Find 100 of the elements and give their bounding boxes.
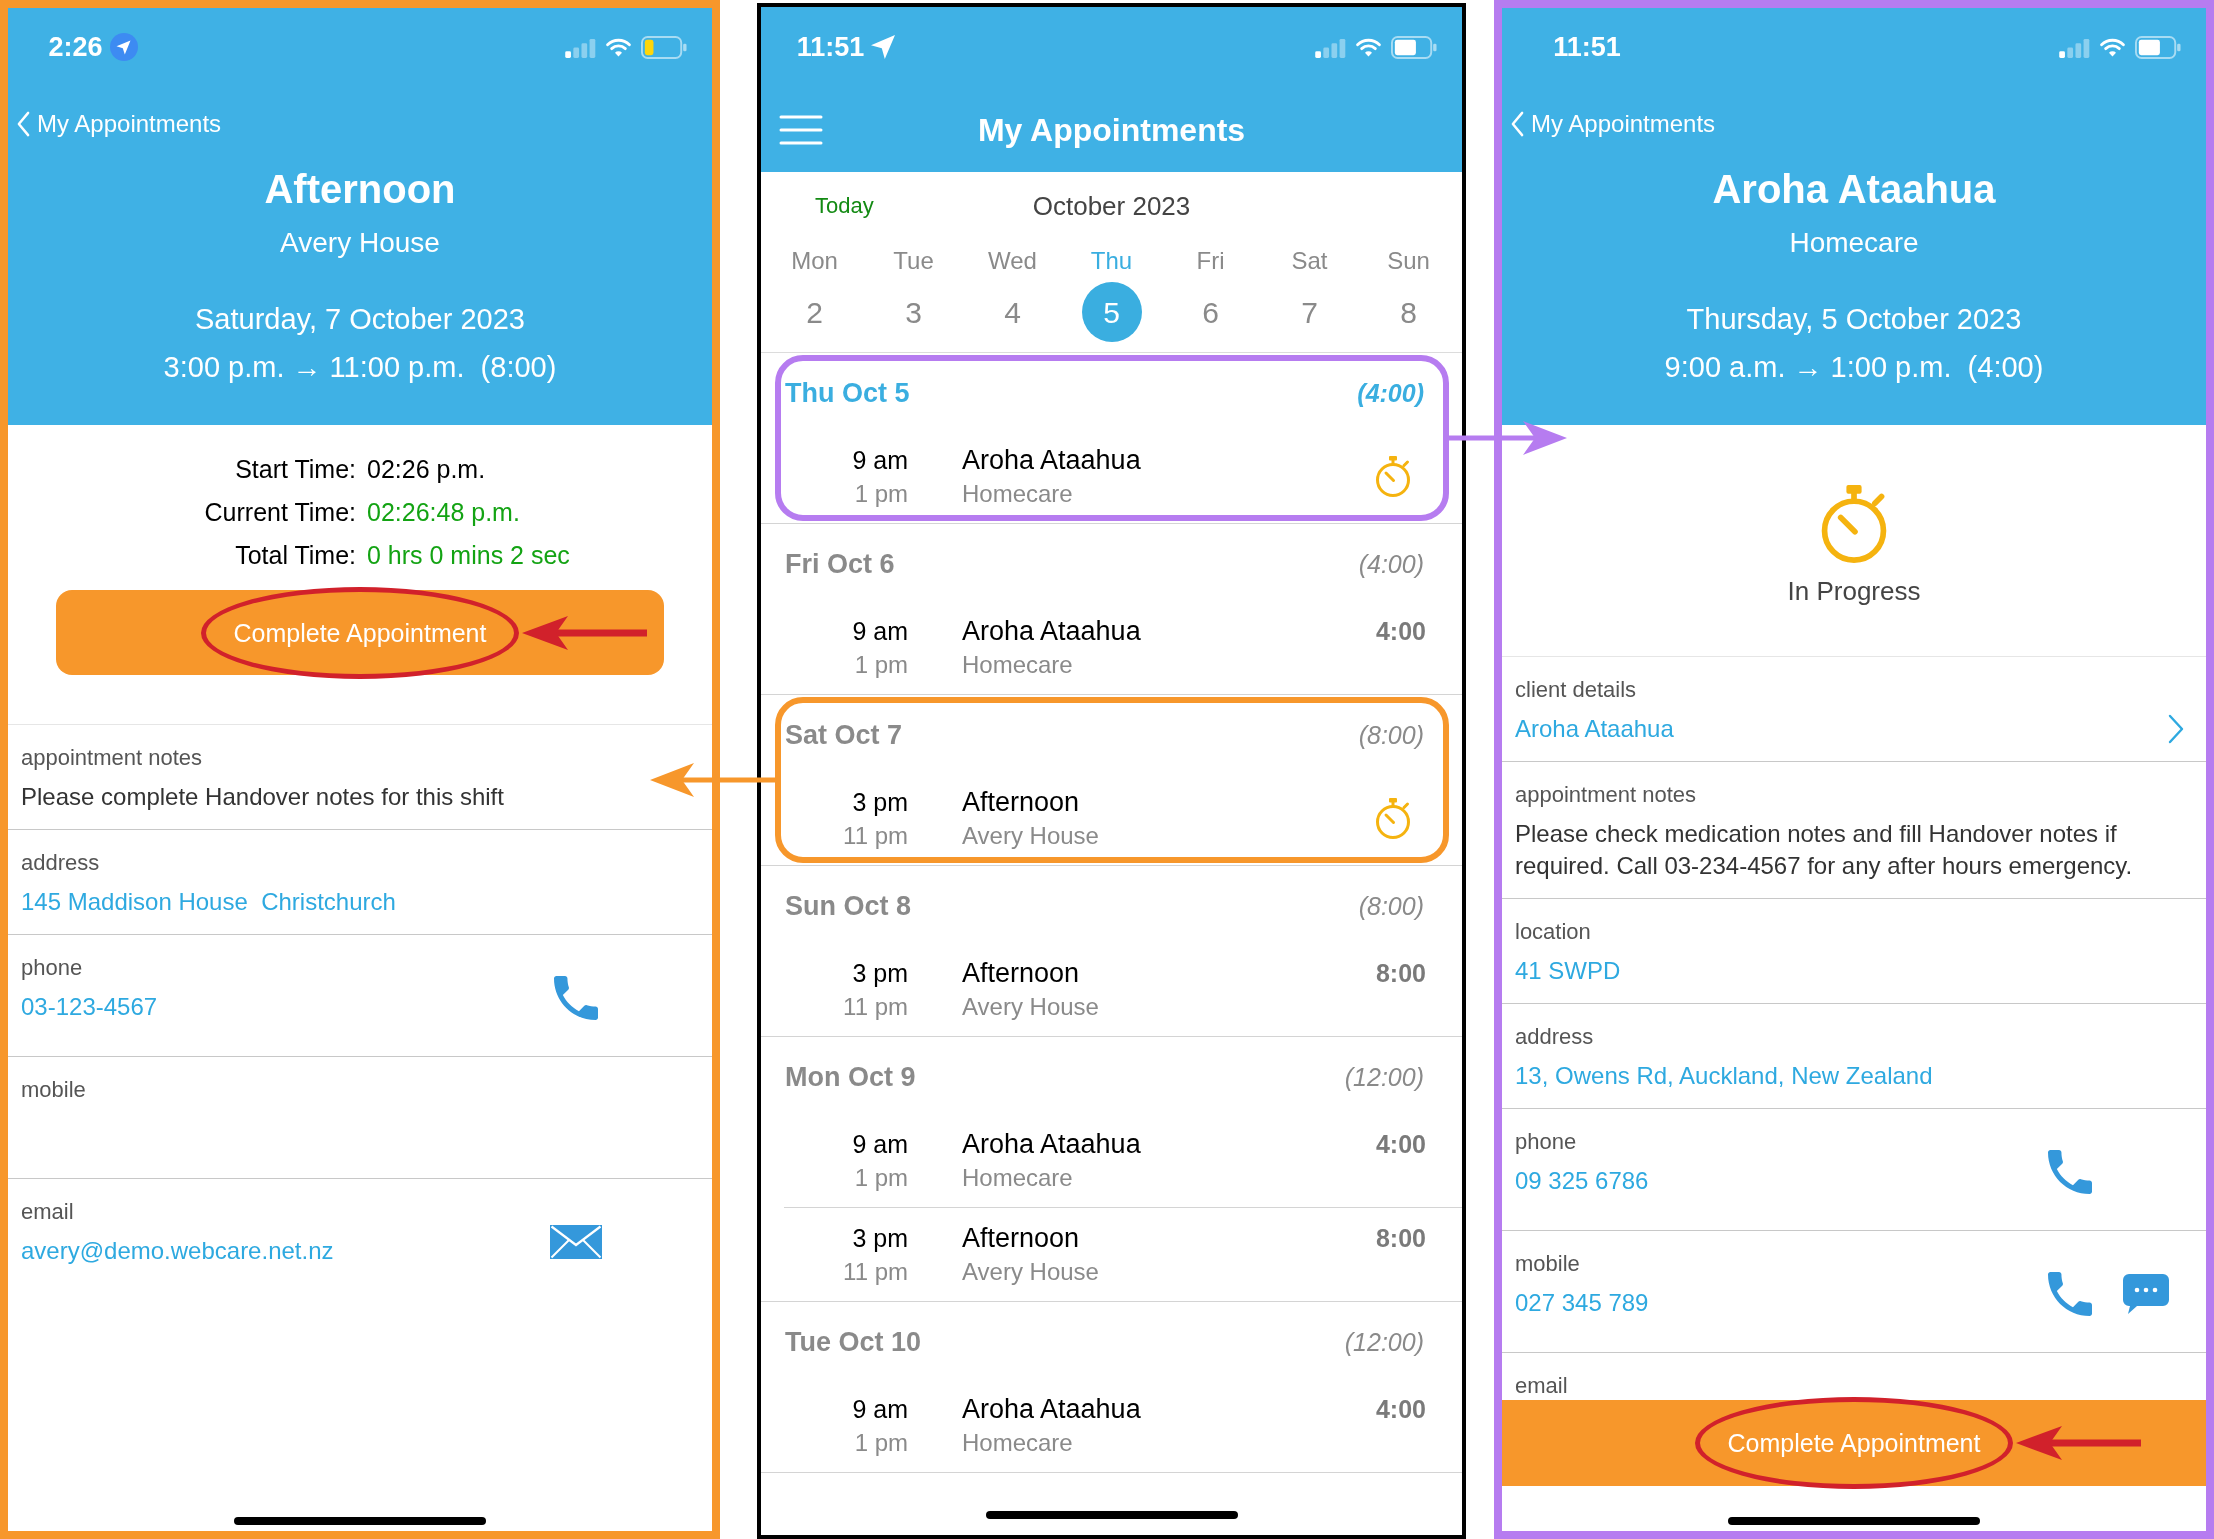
day-heading: Fri Oct 6 (785, 548, 895, 580)
date-button[interactable]: 3 (883, 282, 944, 342)
field-label: mobile (1515, 1251, 1580, 1277)
appointment-subtitle: Homecare (1789, 226, 1919, 260)
date-button[interactable]: 2 (784, 282, 845, 342)
end-time: 11 pm (843, 1257, 908, 1287)
wifi-icon (2099, 37, 2126, 57)
field-link[interactable]: avery@demo.webcare.net.nz (21, 1235, 334, 1267)
timer-label: Total Time: (235, 540, 356, 571)
date-button[interactable]: 8 (1378, 282, 1439, 342)
field-label: address (1515, 1024, 1594, 1050)
day-heading: Mon Oct 9 (785, 1061, 916, 1093)
date-button[interactable]: 5 (1081, 282, 1142, 342)
month-label: October 2023 (1032, 190, 1191, 222)
appointment-subtitle: Avery House (280, 226, 440, 260)
duration: 4:00 (1375, 616, 1426, 647)
start-time: 3 pm (852, 787, 908, 818)
chevron-right-icon[interactable] (2168, 714, 2184, 744)
day-total: (12:00) (1344, 1062, 1424, 1093)
day-total: (8:00) (1358, 891, 1424, 922)
chevron-left-icon (17, 111, 30, 137)
field-link[interactable]: 03-123-4567 (21, 991, 158, 1023)
client-name: Afternoon (962, 1222, 1080, 1255)
appointment-place: Avery House (962, 821, 1099, 851)
client-name: Aroha Ataahua (962, 1393, 1141, 1426)
start-time: 9 am (852, 1129, 908, 1160)
date-button[interactable]: 4 (982, 282, 1043, 342)
field-link[interactable]: 09 325 6786 (1515, 1165, 1649, 1197)
field-label: appointment notes (21, 745, 203, 771)
timer-value: 0 hrs 0 mins 2 sec (367, 540, 570, 571)
timer-label: Current Time: (204, 497, 356, 528)
signal-icon (565, 36, 596, 58)
field-link[interactable]: 145 Maddison House Christchurch (21, 886, 396, 918)
screen-title: My Appointments (977, 110, 1246, 150)
appointment-time-range: 3:00 p.m. → 11:00 p.m. (8:00) (163, 350, 557, 385)
duration: 4:00 (1375, 1129, 1426, 1160)
weekday-label: Mon (791, 246, 838, 276)
date-button[interactable]: 6 (1180, 282, 1241, 342)
field-link[interactable]: Aroha Ataahua (1515, 713, 1674, 745)
signal-icon (1315, 36, 1346, 58)
end-time: 1 pm (854, 1428, 908, 1458)
field-label: phone (21, 955, 83, 981)
weekday-label: Tue (893, 246, 934, 276)
menu-icon[interactable] (779, 114, 823, 145)
chat-bubble-icon[interactable] (2123, 1273, 2169, 1314)
status-time: 11:51 (1553, 31, 1621, 63)
timer-label: Start Time: (235, 454, 356, 485)
back-button[interactable]: My Appointments (17, 109, 222, 139)
duration: 8:00 (1375, 1223, 1426, 1254)
mail-icon[interactable] (550, 1225, 602, 1259)
date-button[interactable]: 7 (1279, 282, 1340, 342)
field-label: address (21, 850, 100, 876)
duration: 8:00 (1375, 958, 1426, 989)
appointment-place: Homecare (962, 1428, 1073, 1458)
weekday-label: Thu (1090, 246, 1133, 276)
appointment-title: Aroha Ataahua (1712, 166, 1996, 213)
day-heading: Sun Oct 8 (785, 890, 912, 922)
end-time: 1 pm (854, 650, 908, 680)
field-label: location (1515, 919, 1591, 945)
end-time: 11 pm (843, 821, 908, 851)
start-time: 3 pm (852, 958, 908, 989)
status-time: 11:51 (796, 31, 865, 63)
appointment-place: Homecare (962, 479, 1073, 509)
day-heading: Sat Oct 7 (785, 719, 903, 751)
timer-value: 02:26 p.m. (367, 454, 486, 485)
field-label: email (21, 1199, 74, 1225)
day-total: (4:00) (1357, 378, 1424, 409)
client-name: Aroha Ataahua (962, 1128, 1141, 1161)
client-name: Aroha Ataahua (962, 444, 1141, 477)
start-time: 3 pm (852, 1223, 908, 1254)
weekday-label: Sun (1387, 246, 1430, 276)
phone-icon[interactable] (2048, 1149, 2092, 1194)
field-link[interactable]: 13, Owens Rd, Auckland, New Zealand (1515, 1060, 1933, 1092)
appointment-place: Homecare (962, 1163, 1073, 1193)
client-name: Afternoon (962, 957, 1080, 990)
appointment-place: Avery House (962, 1257, 1099, 1287)
field-link[interactable]: 41 SWPD (1515, 955, 1621, 987)
appointment-place: Avery House (962, 992, 1099, 1022)
field-label: phone (1515, 1129, 1577, 1155)
appointment-place: Homecare (962, 650, 1073, 680)
weekday-label: Wed (988, 246, 1037, 276)
status-label: In Progress (1787, 575, 1921, 607)
appointment-time-range: 9:00 a.m. → 1:00 p.m. (4:00) (1664, 350, 2044, 385)
day-heading: Tue Oct 10 (785, 1326, 922, 1358)
day-heading: Thu Oct 5 (785, 377, 910, 409)
end-time: 1 pm (854, 479, 908, 509)
field-label: mobile (21, 1077, 86, 1103)
note-text: Please complete Handover notes for this shift (21, 782, 504, 812)
phone-icon[interactable] (554, 975, 598, 1020)
note-text: Please check medication notes and fill Handover notes if required. Call 03-234-4567 for any after hours emergency. (1515, 819, 2134, 881)
day-total: (4:00) (1358, 549, 1424, 580)
start-time: 9 am (852, 616, 908, 647)
signal-icon (2059, 36, 2090, 58)
today-button[interactable]: Today (815, 190, 874, 222)
client-name: Afternoon (962, 786, 1080, 819)
phone-icon[interactable] (2048, 1271, 2092, 1316)
complete-button[interactable]: Complete Appointment (1502, 1400, 2206, 1486)
start-time: 9 am (852, 1394, 908, 1425)
field-link[interactable]: 027 345 789 (1515, 1287, 1649, 1319)
back-button[interactable]: My Appointments (1511, 109, 1716, 139)
